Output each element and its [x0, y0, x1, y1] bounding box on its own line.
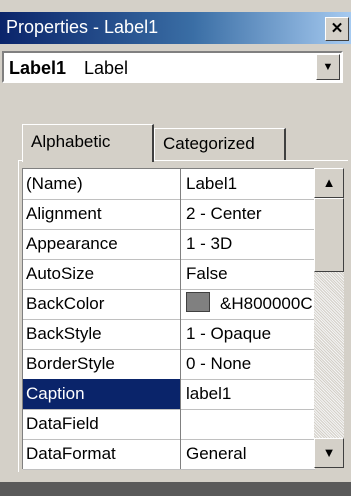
- property-row[interactable]: Alignment 2 - Center: [23, 199, 315, 230]
- property-value[interactable]: Label1: [186, 169, 237, 199]
- chevron-down-icon[interactable]: ▼: [316, 54, 340, 80]
- close-icon[interactable]: ✕: [325, 17, 349, 41]
- property-name: Caption: [23, 379, 181, 409]
- property-row[interactable]: (Name) Label1: [23, 169, 315, 200]
- property-name: AutoSize: [23, 259, 181, 289]
- property-name: BackColor: [23, 289, 181, 319]
- object-name: Label1: [9, 58, 67, 78]
- title-bar: Properties - Label1 ✕: [0, 12, 351, 44]
- property-row[interactable]: DataFormat General: [23, 439, 315, 470]
- scroll-down-icon[interactable]: ▼: [314, 438, 344, 468]
- window-title: Properties - Label1: [6, 17, 159, 37]
- property-row[interactable]: BackColor &H800000C: [23, 289, 315, 320]
- object-selector[interactable]: Label1 Label ▼: [2, 51, 343, 83]
- property-value[interactable]: 0 - None: [186, 349, 251, 379]
- property-name: DataField: [23, 409, 181, 439]
- property-value[interactable]: 1 - Opaque: [186, 319, 271, 349]
- property-row[interactable]: AutoSize False: [23, 259, 315, 290]
- tab-label: Categorized: [163, 134, 255, 153]
- property-name: Alignment: [23, 199, 181, 229]
- scroll-up-icon[interactable]: ▲: [314, 168, 344, 198]
- property-value[interactable]: 2 - Center: [186, 199, 262, 229]
- property-name: DataFormat: [23, 439, 181, 469]
- property-row[interactable]: Appearance 1 - 3D: [23, 229, 315, 260]
- object-type: Label: [84, 58, 129, 78]
- tab-alphabetic[interactable]: Alphabetic: [22, 124, 154, 162]
- property-name: Appearance: [23, 229, 181, 259]
- tab-categorized[interactable]: Categorized: [154, 128, 286, 160]
- property-row[interactable]: BorderStyle 0 - None: [23, 349, 315, 380]
- property-value[interactable]: &H800000C: [186, 289, 313, 319]
- property-value[interactable]: False: [186, 259, 228, 289]
- property-row[interactable]: DataField: [23, 409, 315, 440]
- property-value[interactable]: 1 - 3D: [186, 229, 232, 259]
- vertical-scrollbar[interactable]: ▲ ▼: [314, 168, 344, 468]
- tab-label: Alphabetic: [31, 132, 111, 151]
- bottom-edge: [0, 482, 351, 496]
- property-value[interactable]: General: [186, 439, 246, 469]
- property-grid[interactable]: (Name) Label1 Alignment 2 - Center Appea…: [22, 168, 315, 470]
- property-name: (Name): [23, 169, 181, 199]
- property-row[interactable]: BackStyle 1 - Opaque: [23, 319, 315, 350]
- scroll-thumb[interactable]: [314, 198, 344, 272]
- property-name: BorderStyle: [23, 349, 181, 379]
- property-row-selected[interactable]: Caption label1: [23, 379, 315, 410]
- color-swatch: [186, 292, 210, 312]
- property-name: BackStyle: [23, 319, 181, 349]
- property-value-editor[interactable]: label1: [186, 379, 231, 409]
